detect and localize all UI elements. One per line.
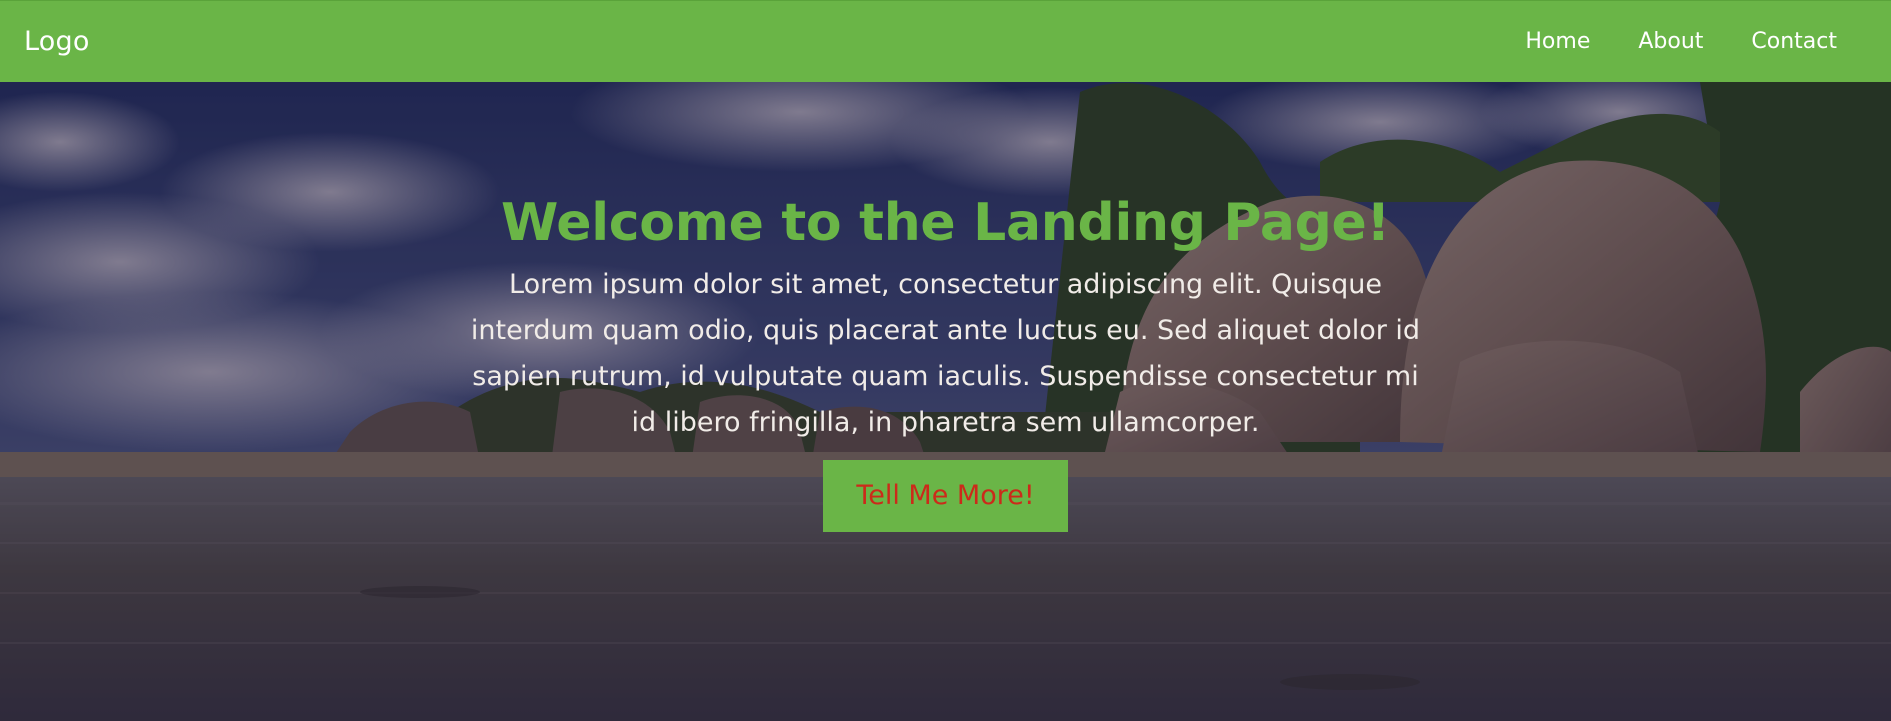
nav-link-home[interactable]: Home [1525, 29, 1590, 54]
nav-links: Home About Contact [1525, 29, 1867, 54]
nav-link-contact[interactable]: Contact [1751, 29, 1837, 54]
logo[interactable]: Logo [24, 26, 90, 57]
tell-me-more-button[interactable]: Tell Me More! [823, 460, 1068, 533]
hero-section: Welcome to the Landing Page! Lorem ipsum… [0, 82, 1891, 721]
nav-link-about[interactable]: About [1638, 29, 1703, 54]
navbar: Logo Home About Contact [0, 0, 1891, 82]
hero-title: Welcome to the Landing Page! [501, 193, 1390, 253]
hero-description: Lorem ipsum dolor sit amet, consectetur … [470, 269, 1421, 439]
hero-content: Welcome to the Landing Page! Lorem ipsum… [0, 192, 1891, 533]
